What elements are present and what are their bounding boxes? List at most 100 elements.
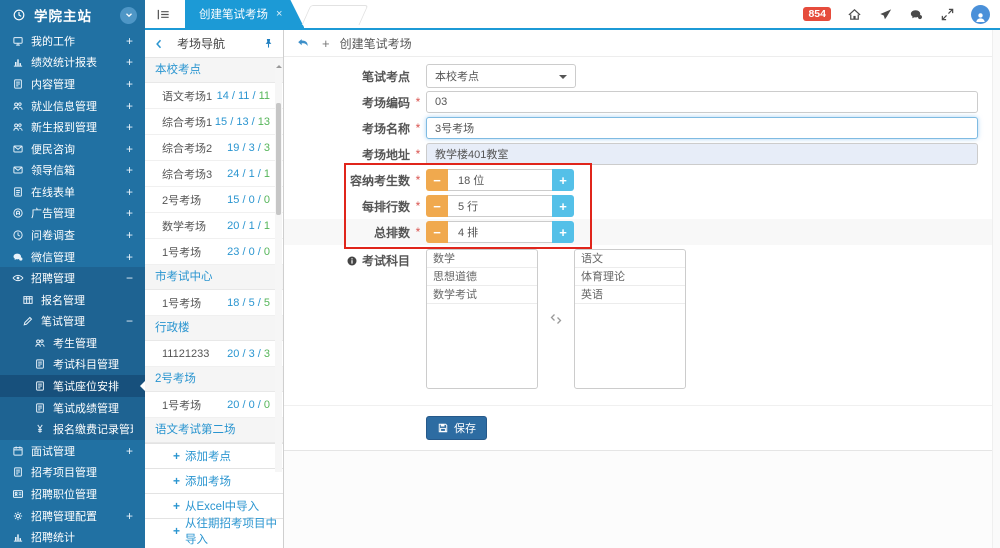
eye-icon bbox=[12, 272, 24, 284]
sidebar-item[interactable]: 笔试座位安排 bbox=[0, 375, 145, 397]
fullscreen-button[interactable] bbox=[940, 7, 955, 22]
sidebar-item[interactable]: 报名缴费记录管理 bbox=[0, 418, 145, 440]
main-scrollbar[interactable] bbox=[992, 30, 1000, 548]
subject-item[interactable]: 英语 bbox=[575, 286, 685, 304]
messages-button[interactable] bbox=[909, 7, 924, 22]
sidebar-item-label: 新生报到管理 bbox=[31, 119, 126, 135]
panel-toggle-button[interactable] bbox=[145, 0, 181, 28]
per-row-input[interactable] bbox=[448, 195, 552, 217]
available-subjects-list[interactable]: 数学思想道德数学考试 bbox=[426, 249, 538, 389]
scrollbar-thumb[interactable] bbox=[276, 103, 281, 215]
main-sidebar: 学院主站 我的工作 + 绩效统计报表 + bbox=[0, 0, 145, 548]
sidebar-item[interactable]: 笔试成绩管理 bbox=[0, 397, 145, 419]
exam-room-row[interactable]: 综合考场2 19 / 3 / 3 bbox=[145, 135, 283, 161]
exam-room-row[interactable]: 综合考场1 15 / 13 / 13 bbox=[145, 109, 283, 135]
chat-bubbles-icon bbox=[909, 7, 924, 22]
sidebar-item[interactable]: 绩效统计报表 + bbox=[0, 52, 145, 74]
sidebar-item[interactable]: 领导信箱 + bbox=[0, 159, 145, 181]
sidebar-item[interactable]: 问卷调查 + bbox=[0, 224, 145, 246]
increment-button[interactable]: + bbox=[552, 195, 574, 217]
subject-item[interactable]: 数学 bbox=[427, 250, 537, 268]
subject-item[interactable]: 语文 bbox=[575, 250, 685, 268]
sidebar-item[interactable]: 招聘管理配置 + bbox=[0, 505, 145, 527]
sidebar-item[interactable]: 内容管理 + bbox=[0, 73, 145, 95]
user-avatar[interactable] bbox=[971, 5, 990, 24]
exam-room-row[interactable]: 数学考场 20 / 1 / 1 bbox=[145, 213, 283, 239]
back-button[interactable] bbox=[296, 36, 310, 50]
sidebar-item[interactable]: 我的工作 + bbox=[0, 30, 145, 52]
field-label: 考场地址 bbox=[284, 146, 410, 163]
increment-button[interactable]: + bbox=[552, 169, 574, 191]
ad-icon bbox=[12, 207, 24, 219]
scrollbar-up-arrow[interactable] bbox=[276, 62, 282, 68]
sidebar-item[interactable]: 招考项目管理 bbox=[0, 462, 145, 484]
home-icon bbox=[847, 7, 862, 22]
room-address-input[interactable] bbox=[426, 143, 978, 165]
doc-icon bbox=[12, 78, 24, 90]
sidebar-collapse-button[interactable] bbox=[120, 7, 137, 24]
tab-create-exam-room[interactable]: 创建笔试考场 × bbox=[185, 0, 304, 28]
subject-item[interactable]: 数学考试 bbox=[427, 286, 537, 304]
sidebar-item[interactable]: 微信管理 + bbox=[0, 246, 145, 268]
field-label: 考场编码 bbox=[284, 94, 410, 111]
sidebar-item[interactable]: 新生报到管理 + bbox=[0, 116, 145, 138]
sidebar-item[interactable]: 面试管理 + bbox=[0, 440, 145, 462]
exam-room-row[interactable]: 11121233 20 / 3 / 3 bbox=[145, 341, 283, 367]
sidebar-item[interactable]: 笔试管理 − bbox=[0, 311, 145, 333]
decrement-button[interactable]: − bbox=[426, 221, 448, 243]
decrement-button[interactable]: − bbox=[426, 195, 448, 217]
chevron-left-icon bbox=[153, 38, 165, 50]
sidebar-menu: 我的工作 + 绩效统计报表 + 内容管理 + 就业信息管理 bbox=[0, 30, 145, 548]
nav-section-rooms: 11121233 20 / 3 / 3 bbox=[145, 341, 283, 367]
nav-scrollbar[interactable] bbox=[275, 60, 282, 472]
exam-room-row[interactable]: 2号考场 15 / 0 / 0 bbox=[145, 187, 283, 213]
person-icon bbox=[974, 11, 987, 24]
sidebar-item[interactable]: 招聘职位管理 bbox=[0, 483, 145, 505]
nav-action-button[interactable]: + 添加考点 bbox=[145, 443, 283, 468]
notification-badge[interactable]: 854 bbox=[803, 7, 831, 21]
new-tab-ghost[interactable] bbox=[302, 5, 369, 25]
tab-close-icon[interactable]: × bbox=[276, 8, 282, 20]
subject-item[interactable]: 体育理论 bbox=[575, 268, 685, 286]
room-name: 1号考场 bbox=[162, 244, 201, 260]
home-button[interactable] bbox=[847, 7, 862, 22]
field-label: 笔试考点 bbox=[284, 68, 410, 85]
pencil-icon bbox=[22, 315, 34, 327]
room-name-input[interactable] bbox=[426, 117, 978, 139]
sidebar-item[interactable]: 报名管理 bbox=[0, 289, 145, 311]
capacity-input[interactable] bbox=[448, 169, 552, 191]
exam-room-row[interactable]: 1号考场 20 / 0 / 0 bbox=[145, 392, 283, 418]
save-button[interactable]: 保存 bbox=[426, 416, 487, 440]
sidebar-item[interactable]: 招聘统计 bbox=[0, 526, 145, 548]
send-button[interactable] bbox=[878, 7, 893, 22]
sidebar-item[interactable]: 就业信息管理 + bbox=[0, 95, 145, 117]
sidebar-item[interactable]: 在线表单 + bbox=[0, 181, 145, 203]
sidebar-item[interactable]: 考试科目管理 bbox=[0, 354, 145, 376]
sidebar-item[interactable]: 便民咨询 + bbox=[0, 138, 145, 160]
nav-action-button[interactable]: + 从往期招考项目中导入 bbox=[145, 518, 283, 543]
sidebar-item[interactable]: 考生管理 bbox=[0, 332, 145, 354]
decrement-button[interactable]: − bbox=[426, 169, 448, 191]
subject-item[interactable]: 思想道德 bbox=[427, 268, 537, 286]
pin-panel-button[interactable] bbox=[262, 37, 275, 50]
increment-button[interactable]: + bbox=[552, 221, 574, 243]
sidebar-item[interactable]: 招聘管理 − bbox=[0, 267, 145, 289]
sidebar-item-label: 面试管理 bbox=[31, 443, 126, 459]
exam-room-row[interactable]: 1号考场 18 / 5 / 5 bbox=[145, 290, 283, 316]
room-code-input[interactable] bbox=[426, 91, 978, 113]
transfer-control[interactable] bbox=[538, 249, 574, 389]
expand-toggle-icon: + bbox=[126, 163, 133, 177]
exam-room-row[interactable]: 综合考场3 24 / 1 / 1 bbox=[145, 161, 283, 187]
exam-room-row[interactable]: 语文考场1 14 / 11 / 11 bbox=[145, 83, 283, 109]
sidebar-item[interactable]: 广告管理 + bbox=[0, 203, 145, 225]
expand-toggle-icon: − bbox=[126, 314, 133, 328]
venue-select[interactable]: 本校考点 bbox=[426, 64, 576, 88]
total-rows-input[interactable] bbox=[448, 221, 552, 243]
nav-action-button[interactable]: + 添加考场 bbox=[145, 468, 283, 493]
content-header: + 创建笔试考场 bbox=[284, 30, 1000, 57]
selected-subjects-list[interactable]: 语文体育理论英语 bbox=[574, 249, 686, 389]
form-row-capacity: 容纳考生数 * − + bbox=[284, 167, 1000, 193]
nav-back-button[interactable] bbox=[153, 38, 165, 50]
exam-room-row[interactable]: 1号考场 23 / 0 / 0 bbox=[145, 239, 283, 265]
top-bar: 创建笔试考场 × 854 bbox=[145, 0, 1000, 30]
